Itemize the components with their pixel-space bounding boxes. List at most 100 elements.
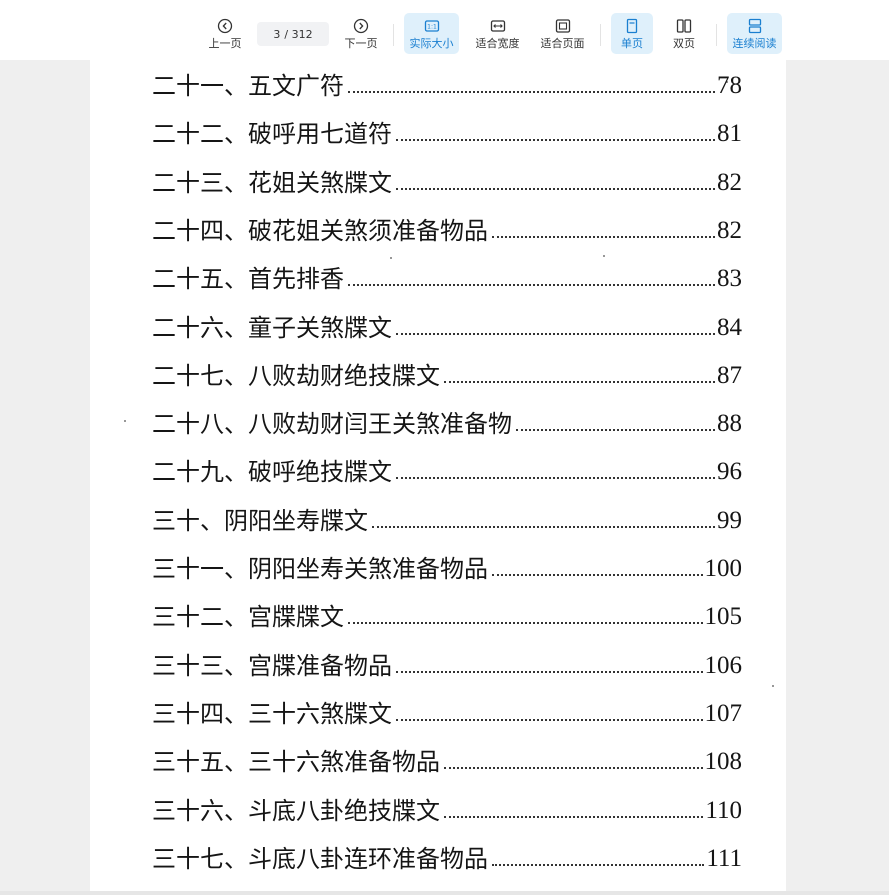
- toc-entry-title: 三十一、阴阳坐寿关煞准备物品: [152, 555, 488, 583]
- toc-entry-title: 二十二、破呼用七道符: [152, 120, 392, 148]
- actual-size-icon: 1:1: [424, 20, 439, 32]
- toc-entry[interactable]: 二十一、五文广符 78: [152, 66, 742, 100]
- current-page[interactable]: 3: [273, 28, 280, 41]
- toolbar-divider: [600, 24, 601, 46]
- toc-leader-dots: [492, 574, 703, 576]
- toc-entry[interactable]: 二十四、破花姐关煞须准备物品 82: [152, 211, 742, 245]
- toc-entry-title: 二十五、首先排香: [152, 265, 344, 293]
- toc-entry-title: 二十四、破花姐关煞须准备物品: [152, 217, 488, 245]
- toc-entry-title: 二十一、五文广符: [152, 72, 344, 100]
- toc-leader-dots: [348, 622, 703, 624]
- toc-entry-page: 82: [717, 169, 742, 196]
- toc-entry[interactable]: 二十九、破呼绝技牒文 96: [152, 452, 742, 486]
- toc-leader-dots: [348, 91, 715, 93]
- toc-leader-dots: [444, 816, 704, 818]
- double-page-label: 双页: [673, 37, 695, 50]
- toc-entry-page: 110: [705, 797, 742, 824]
- scan-speck: [772, 685, 774, 687]
- scan-speck: [603, 255, 605, 257]
- next-page-button[interactable]: 下一页: [338, 13, 384, 54]
- toc-entry-page: 82: [717, 217, 742, 244]
- toc-entry[interactable]: 三十五、三十六煞准备物品 108: [152, 742, 742, 776]
- toc-entry-page: 108: [704, 748, 743, 775]
- continuous-reading-icon: [748, 18, 761, 34]
- toc-entry-page: 99: [717, 507, 742, 534]
- toc-entry-page: 105: [704, 603, 743, 630]
- fit-width-label: 适合宽度: [475, 37, 520, 50]
- fit-width-icon: [490, 20, 505, 32]
- toc-leader-dots: [492, 236, 715, 238]
- toc-entry[interactable]: 二十八、八败劫财闫王关煞准备物 88: [152, 404, 742, 438]
- toc-entry-title: 二十九、破呼绝技牒文: [152, 458, 392, 486]
- continuous-reading-label: 连续阅读: [732, 37, 777, 50]
- toc-leader-dots: [396, 477, 715, 479]
- toc-entry[interactable]: 三十四、三十六煞牒文 107: [152, 694, 742, 728]
- toc-entry-title: 三十六、斗底八卦绝技牒文: [152, 797, 440, 825]
- toc-leader-dots: [396, 719, 703, 721]
- document-page: 二十一、五文广符 78 二十二、破呼用七道符 81 二十三、花姐关煞牒文 82 二十四、破花…: [90, 60, 786, 895]
- fit-page-icon: [555, 19, 570, 33]
- toc-entry[interactable]: 二十七、八败劫财绝技牒文 87: [152, 356, 742, 390]
- actual-size-label: 实际大小: [409, 37, 454, 50]
- toc-leader-dots: [492, 864, 705, 866]
- toc-entry-title: 二十三、花姐关煞牒文: [152, 169, 392, 197]
- fit-page-label: 适合页面: [540, 37, 585, 50]
- chevron-left-circle-icon: [217, 18, 233, 34]
- fit-width-button[interactable]: 适合宽度: [470, 13, 525, 54]
- toc-entry[interactable]: 二十六、童子关煞牒文 84: [152, 308, 742, 342]
- total-pages: / 312: [284, 27, 313, 41]
- toc-entry[interactable]: 三十、阴阳坐寿牒文 99: [152, 501, 742, 535]
- actual-size-button[interactable]: 1:1 实际大小: [404, 13, 459, 54]
- toc-entry-page: 111: [706, 845, 742, 872]
- viewer-toolbar: 上一页 3 / 312 下一页 1:1 实际大小 适合宽度 适合页面 单页 双页…: [0, 0, 889, 60]
- toc-entry-title: 三十五、三十六煞准备物品: [152, 748, 440, 776]
- toc-entry[interactable]: 二十五、首先排香 83: [152, 259, 742, 293]
- bottom-scroll-track: [0, 891, 889, 895]
- toc-leader-dots: [348, 284, 715, 286]
- toc-entry[interactable]: 三十二、宫牒牒文 105: [152, 597, 742, 631]
- single-page-button[interactable]: 单页: [611, 13, 653, 54]
- toc-entry-title: 二十七、八败劫财绝技牒文: [152, 362, 440, 390]
- toc-entry-page: 84: [717, 314, 742, 341]
- toc-leader-dots: [396, 333, 715, 335]
- toc-leader-dots: [444, 381, 715, 383]
- toc-entry-title: 三十、阴阳坐寿牒文: [152, 507, 368, 535]
- toc-entry-title: 三十四、三十六煞牒文: [152, 700, 392, 728]
- toc-entry-page: 87: [717, 362, 742, 389]
- toc-entry[interactable]: 二十三、花姐关煞牒文 82: [152, 163, 742, 197]
- prev-page-label: 上一页: [208, 37, 242, 50]
- toc-leader-dots: [372, 526, 715, 528]
- toc-entry-page: 83: [717, 265, 742, 292]
- toc-leader-dots: [516, 429, 715, 431]
- toc-entry-page: 107: [704, 700, 743, 727]
- toc-entry-title: 三十三、宫牒准备物品: [152, 652, 392, 680]
- toolbar-divider: [716, 24, 717, 46]
- toc-entry[interactable]: 三十三、宫牒准备物品 106: [152, 646, 742, 680]
- toc-entry[interactable]: 二十二、破呼用七道符 81: [152, 114, 742, 148]
- toc-entry-title: 三十七、斗底八卦连环准备物品: [152, 845, 488, 873]
- double-page-button[interactable]: 双页: [663, 13, 705, 54]
- toc-entry-title: 三十二、宫牒牒文: [152, 603, 344, 631]
- toc-entry-page: 100: [704, 555, 743, 582]
- toc-entry[interactable]: 三十一、阴阳坐寿关煞准备物品 100: [152, 549, 742, 583]
- toc-leader-dots: [396, 671, 703, 673]
- page-number-input[interactable]: 3 / 312: [257, 22, 329, 46]
- fit-page-button[interactable]: 适合页面: [535, 13, 590, 54]
- toc-entry-page: 81: [717, 120, 742, 147]
- toc-leader-dots: [444, 767, 703, 769]
- toc-leader-dots: [396, 188, 715, 190]
- toc-leader-dots: [396, 139, 715, 141]
- toc-entry-title: 二十八、八败劫财闫王关煞准备物: [152, 410, 512, 438]
- toc-entry-page: 88: [717, 410, 742, 437]
- chevron-right-circle-icon: [353, 18, 369, 34]
- toc-entry-page: 78: [717, 72, 742, 99]
- toc-entry-title: 二十六、童子关煞牒文: [152, 314, 392, 342]
- toc-entry[interactable]: 三十六、斗底八卦绝技牒文 110: [152, 791, 742, 825]
- toc-entry[interactable]: 三十七、斗底八卦连环准备物品 111: [152, 839, 742, 873]
- single-page-icon: [626, 18, 638, 34]
- continuous-reading-button[interactable]: 连续阅读: [727, 13, 782, 54]
- toc-entry-page: 106: [704, 652, 743, 679]
- toolbar-divider: [393, 24, 394, 46]
- prev-page-button[interactable]: 上一页: [202, 13, 248, 54]
- next-page-label: 下一页: [344, 37, 378, 50]
